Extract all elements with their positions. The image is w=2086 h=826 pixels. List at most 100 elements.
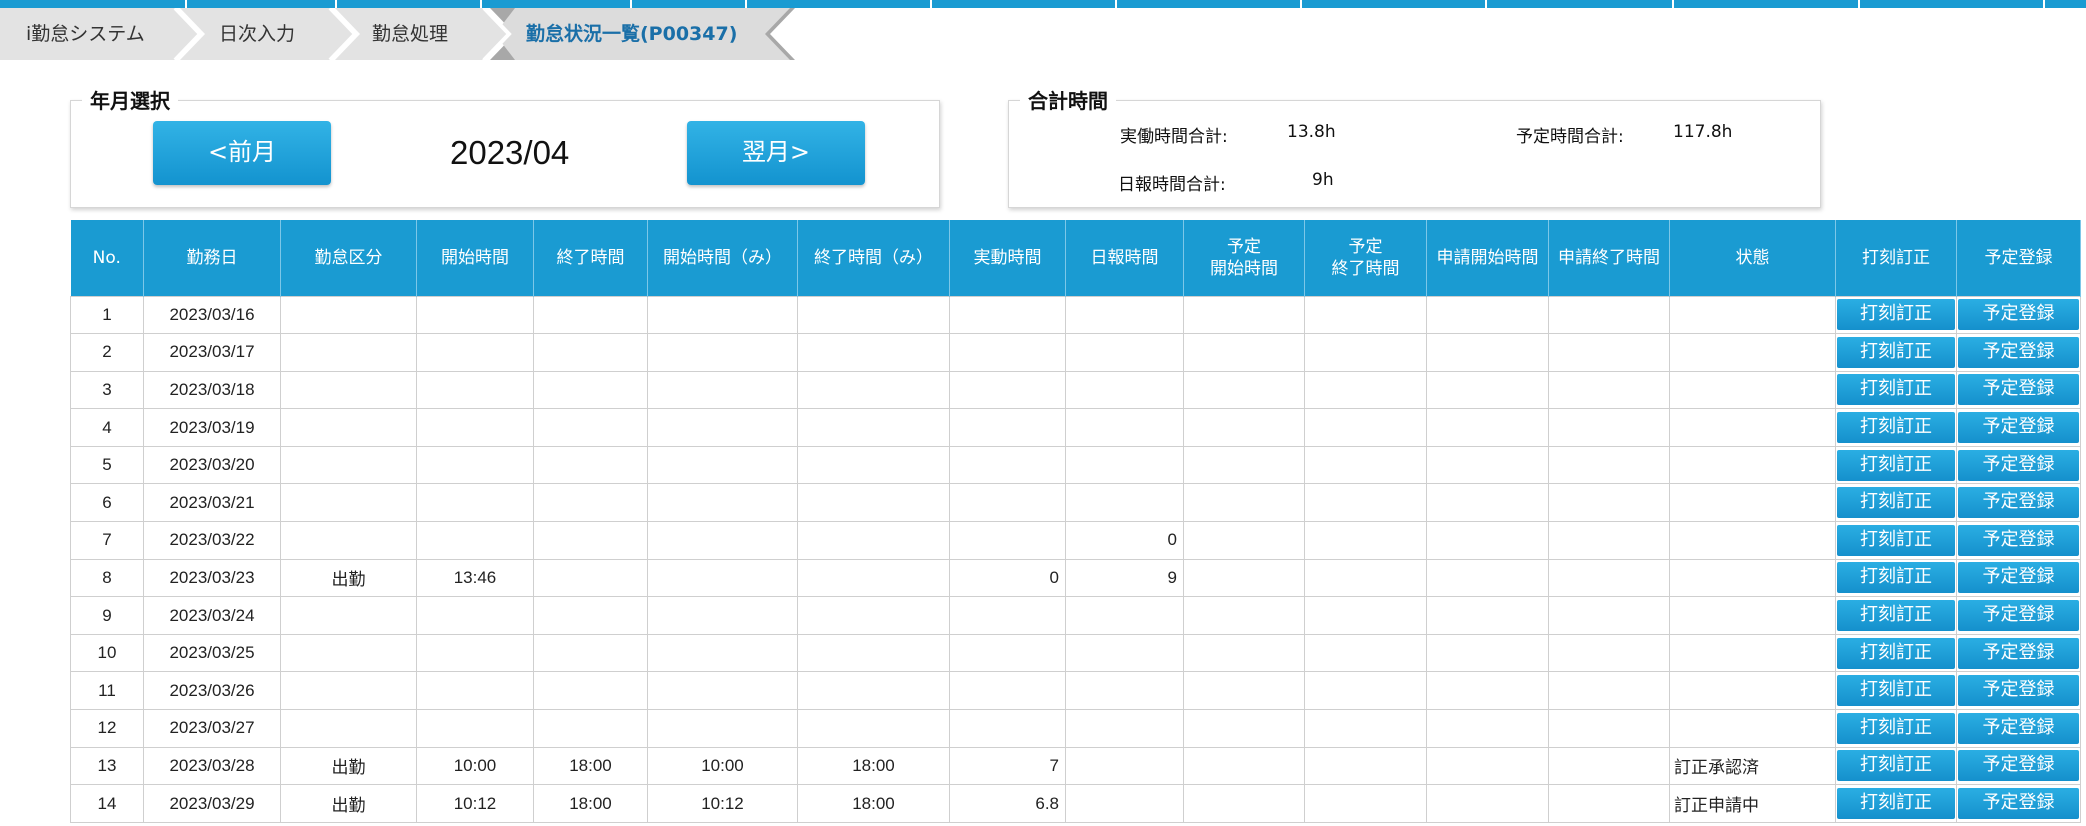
plan-register-button[interactable]: 予定登録 <box>1958 487 2079 519</box>
cell-stamp-correction-button: 打刻訂正 <box>1835 784 1957 823</box>
cell-start-m <box>647 483 798 523</box>
cell-date: 2023/03/21 <box>143 483 281 523</box>
cell-no: 3 <box>70 370 144 410</box>
stamp-correction-button[interactable]: 打刻訂正 <box>1837 750 1955 782</box>
cell-end-m <box>797 671 950 711</box>
report-total-value: 9h <box>1312 170 1334 190</box>
cell-report <box>1065 671 1184 711</box>
cell-stamp-correction-button: 打刻訂正 <box>1835 483 1957 523</box>
stamp-correction-button[interactable]: 打刻訂正 <box>1837 712 1955 744</box>
cell-stamp-correction-button: 打刻訂正 <box>1835 558 1957 598</box>
cell-start <box>416 333 534 372</box>
cell-plan-start <box>1183 784 1305 823</box>
table-row: 13 2023/03/28 出勤 10:00 18:00 10:00 18:00 7 訂正承認済… <box>70 746 2081 786</box>
cell-no: 6 <box>70 483 144 523</box>
stamp-correction-button[interactable]: 打刻訂正 <box>1837 524 1955 556</box>
cell-plan-end <box>1304 558 1427 598</box>
cell-req-end <box>1548 295 1670 335</box>
cell-plan-start <box>1183 633 1305 673</box>
table-row: 11 2023/03/26 打刻訂正 予定登録 <box>70 671 2081 711</box>
plan-register-button[interactable]: 予定登録 <box>1958 412 2079 444</box>
next-month-button[interactable]: 翌月> <box>687 121 865 185</box>
cell-status <box>1669 596 1836 635</box>
planned-total-value: 117.8h <box>1673 122 1733 142</box>
stamp-correction-button[interactable]: 打刻訂正 <box>1837 487 1955 519</box>
cell-actual <box>949 709 1066 748</box>
cell-start: 13:46 <box>416 558 534 598</box>
plan-register-button[interactable]: 予定登録 <box>1958 637 2079 669</box>
table-header-col-plan-end: 予定 終了時間 <box>1304 220 1427 296</box>
stamp-correction-button[interactable]: 打刻訂正 <box>1837 299 1955 331</box>
cell-kubun <box>280 295 417 335</box>
cell-status <box>1669 295 1836 335</box>
table-header-col-status: 状態 <box>1669 220 1836 296</box>
cell-date: 2023/03/22 <box>143 521 281 560</box>
cell-plan-register-button: 予定登録 <box>1956 370 2081 410</box>
cell-kubun <box>280 596 417 635</box>
stamp-correction-button[interactable]: 打刻訂正 <box>1837 788 1955 820</box>
cell-start <box>416 521 534 560</box>
cell-plan-start <box>1183 370 1305 410</box>
cell-plan-start <box>1183 408 1305 447</box>
table-header-col-actual-hours: 実動時間 <box>949 220 1066 296</box>
cell-req-start <box>1426 709 1549 748</box>
stamp-correction-button[interactable]: 打刻訂正 <box>1837 562 1955 594</box>
cell-plan-end <box>1304 596 1427 635</box>
stamp-correction-button[interactable]: 打刻訂正 <box>1837 412 1955 444</box>
plan-register-button[interactable]: 予定登録 <box>1958 562 2079 594</box>
month-select-legend: 年月選択 <box>82 85 178 114</box>
plan-register-button[interactable]: 予定登録 <box>1958 449 2079 481</box>
cell-status <box>1669 445 1836 485</box>
table-row: 8 2023/03/23 出勤 13:46 0 9 打刻訂正 予定登録 <box>70 558 2081 598</box>
cell-kubun <box>280 671 417 711</box>
cell-stamp-correction-button: 打刻訂正 <box>1835 295 1957 335</box>
plan-register-button[interactable]: 予定登録 <box>1958 788 2079 820</box>
cell-date: 2023/03/19 <box>143 408 281 447</box>
cell-plan-end <box>1304 521 1427 560</box>
cell-status <box>1669 671 1836 711</box>
cell-kubun <box>280 483 417 523</box>
cell-report <box>1065 333 1184 372</box>
cell-plan-end <box>1304 333 1427 372</box>
stamp-correction-button[interactable]: 打刻訂正 <box>1837 600 1955 632</box>
table-row: 5 2023/03/20 打刻訂正 予定登録 <box>70 445 2081 485</box>
plan-register-button[interactable]: 予定登録 <box>1958 524 2079 556</box>
table-header-col-request-end: 申請終了時間 <box>1548 220 1670 296</box>
current-month: 2023/04 <box>450 134 570 171</box>
plan-register-button[interactable]: 予定登録 <box>1958 374 2079 406</box>
cell-stamp-correction-button: 打刻訂正 <box>1835 408 1957 447</box>
cell-stamp-correction-button: 打刻訂正 <box>1835 333 1957 372</box>
stamp-correction-button[interactable]: 打刻訂正 <box>1837 374 1955 406</box>
breadcrumb-item-daily-input[interactable]: 日次入力 <box>219 8 295 60</box>
cell-actual <box>949 295 1066 335</box>
prev-month-button[interactable]: <前月 <box>153 121 331 185</box>
plan-register-button[interactable]: 予定登録 <box>1958 299 2079 331</box>
cell-plan-end <box>1304 746 1427 786</box>
table-row: 2 2023/03/17 打刻訂正 予定登録 <box>70 333 2081 372</box>
plan-register-button[interactable]: 予定登録 <box>1958 675 2079 707</box>
stamp-correction-button[interactable]: 打刻訂正 <box>1837 449 1955 481</box>
cell-req-start <box>1426 333 1549 372</box>
cell-end: 18:00 <box>533 746 648 786</box>
breadcrumb-item-attendance-process[interactable]: 勤怠処理 <box>372 8 448 60</box>
stamp-correction-button[interactable]: 打刻訂正 <box>1837 637 1955 669</box>
breadcrumb-item-home[interactable]: i勤怠システム <box>26 8 145 60</box>
cell-plan-start <box>1183 709 1305 748</box>
cell-end-m <box>797 445 950 485</box>
cell-plan-end <box>1304 633 1427 673</box>
cell-start <box>416 671 534 711</box>
stamp-correction-button[interactable]: 打刻訂正 <box>1837 336 1955 368</box>
cell-plan-start <box>1183 333 1305 372</box>
cell-no: 14 <box>70 784 144 823</box>
cell-kubun: 出勤 <box>280 558 417 598</box>
cell-status <box>1669 633 1836 673</box>
cell-start-m <box>647 333 798 372</box>
plan-register-button[interactable]: 予定登録 <box>1958 336 2079 368</box>
cell-no: 11 <box>70 671 144 711</box>
cell-plan-register-button: 予定登録 <box>1956 558 2081 598</box>
stamp-correction-button[interactable]: 打刻訂正 <box>1837 675 1955 707</box>
planned-total-label: 予定時間合計: <box>1516 127 1624 147</box>
plan-register-button[interactable]: 予定登録 <box>1958 750 2079 782</box>
plan-register-button[interactable]: 予定登録 <box>1958 712 2079 744</box>
plan-register-button[interactable]: 予定登録 <box>1958 600 2079 632</box>
